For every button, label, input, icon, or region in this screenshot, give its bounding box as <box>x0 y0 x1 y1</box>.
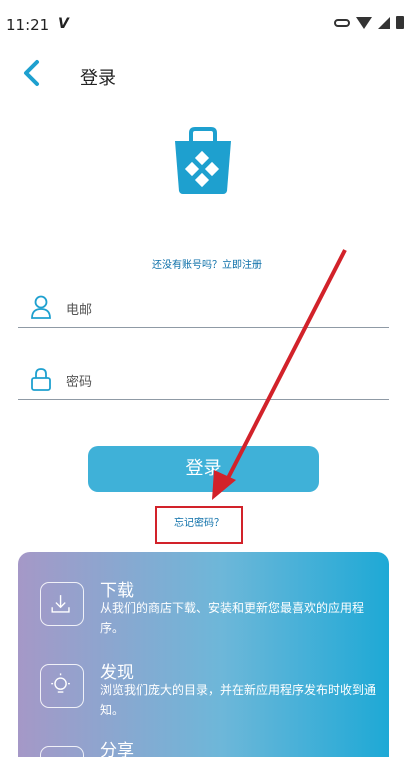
password-placeholder: 密码 <box>66 375 93 390</box>
app-header: 登录 <box>0 52 414 96</box>
battery-icon <box>396 16 404 29</box>
feature-title: 分享 <box>100 741 134 757</box>
forgot-password-link[interactable]: 忘记密码？ <box>155 506 243 544</box>
wifi-icon <box>356 16 372 29</box>
user-icon <box>31 295 51 319</box>
lock-icon <box>31 368 51 391</box>
password-field[interactable]: 密码 <box>18 355 389 400</box>
feature-description: 浏览我们庞大的目录，并在新应用程序发布时收到通知。 <box>100 683 377 717</box>
status-icons <box>334 16 404 29</box>
status-bar: 11:21 V <box>0 0 414 40</box>
register-link[interactable]: 还没有账号吗？立即注册 <box>0 256 414 271</box>
login-button[interactable]: 登录 <box>88 446 319 492</box>
download-icon <box>40 582 84 626</box>
feature-description: 从我们的商店下载、安装和更新您最喜欢的应用程序。 <box>100 601 365 635</box>
email-placeholder: 电邮 <box>66 303 93 318</box>
vpn-key-icon <box>334 18 350 27</box>
bulb-icon <box>40 664 84 708</box>
app-store-logo-icon <box>175 127 231 194</box>
status-time: 11:21 <box>6 16 50 34</box>
email-field[interactable]: 电邮 <box>18 283 389 328</box>
share-icon <box>40 746 84 757</box>
page-title: 登录 <box>80 68 116 89</box>
carrier-icon: V <box>58 16 69 32</box>
back-arrow-icon[interactable] <box>18 58 48 88</box>
cellular-icon <box>378 16 390 29</box>
features-panel: 下载 从我们的商店下载、安装和更新您最喜欢的应用程序。 发现 浏览我们庞大的目录… <box>18 552 389 757</box>
